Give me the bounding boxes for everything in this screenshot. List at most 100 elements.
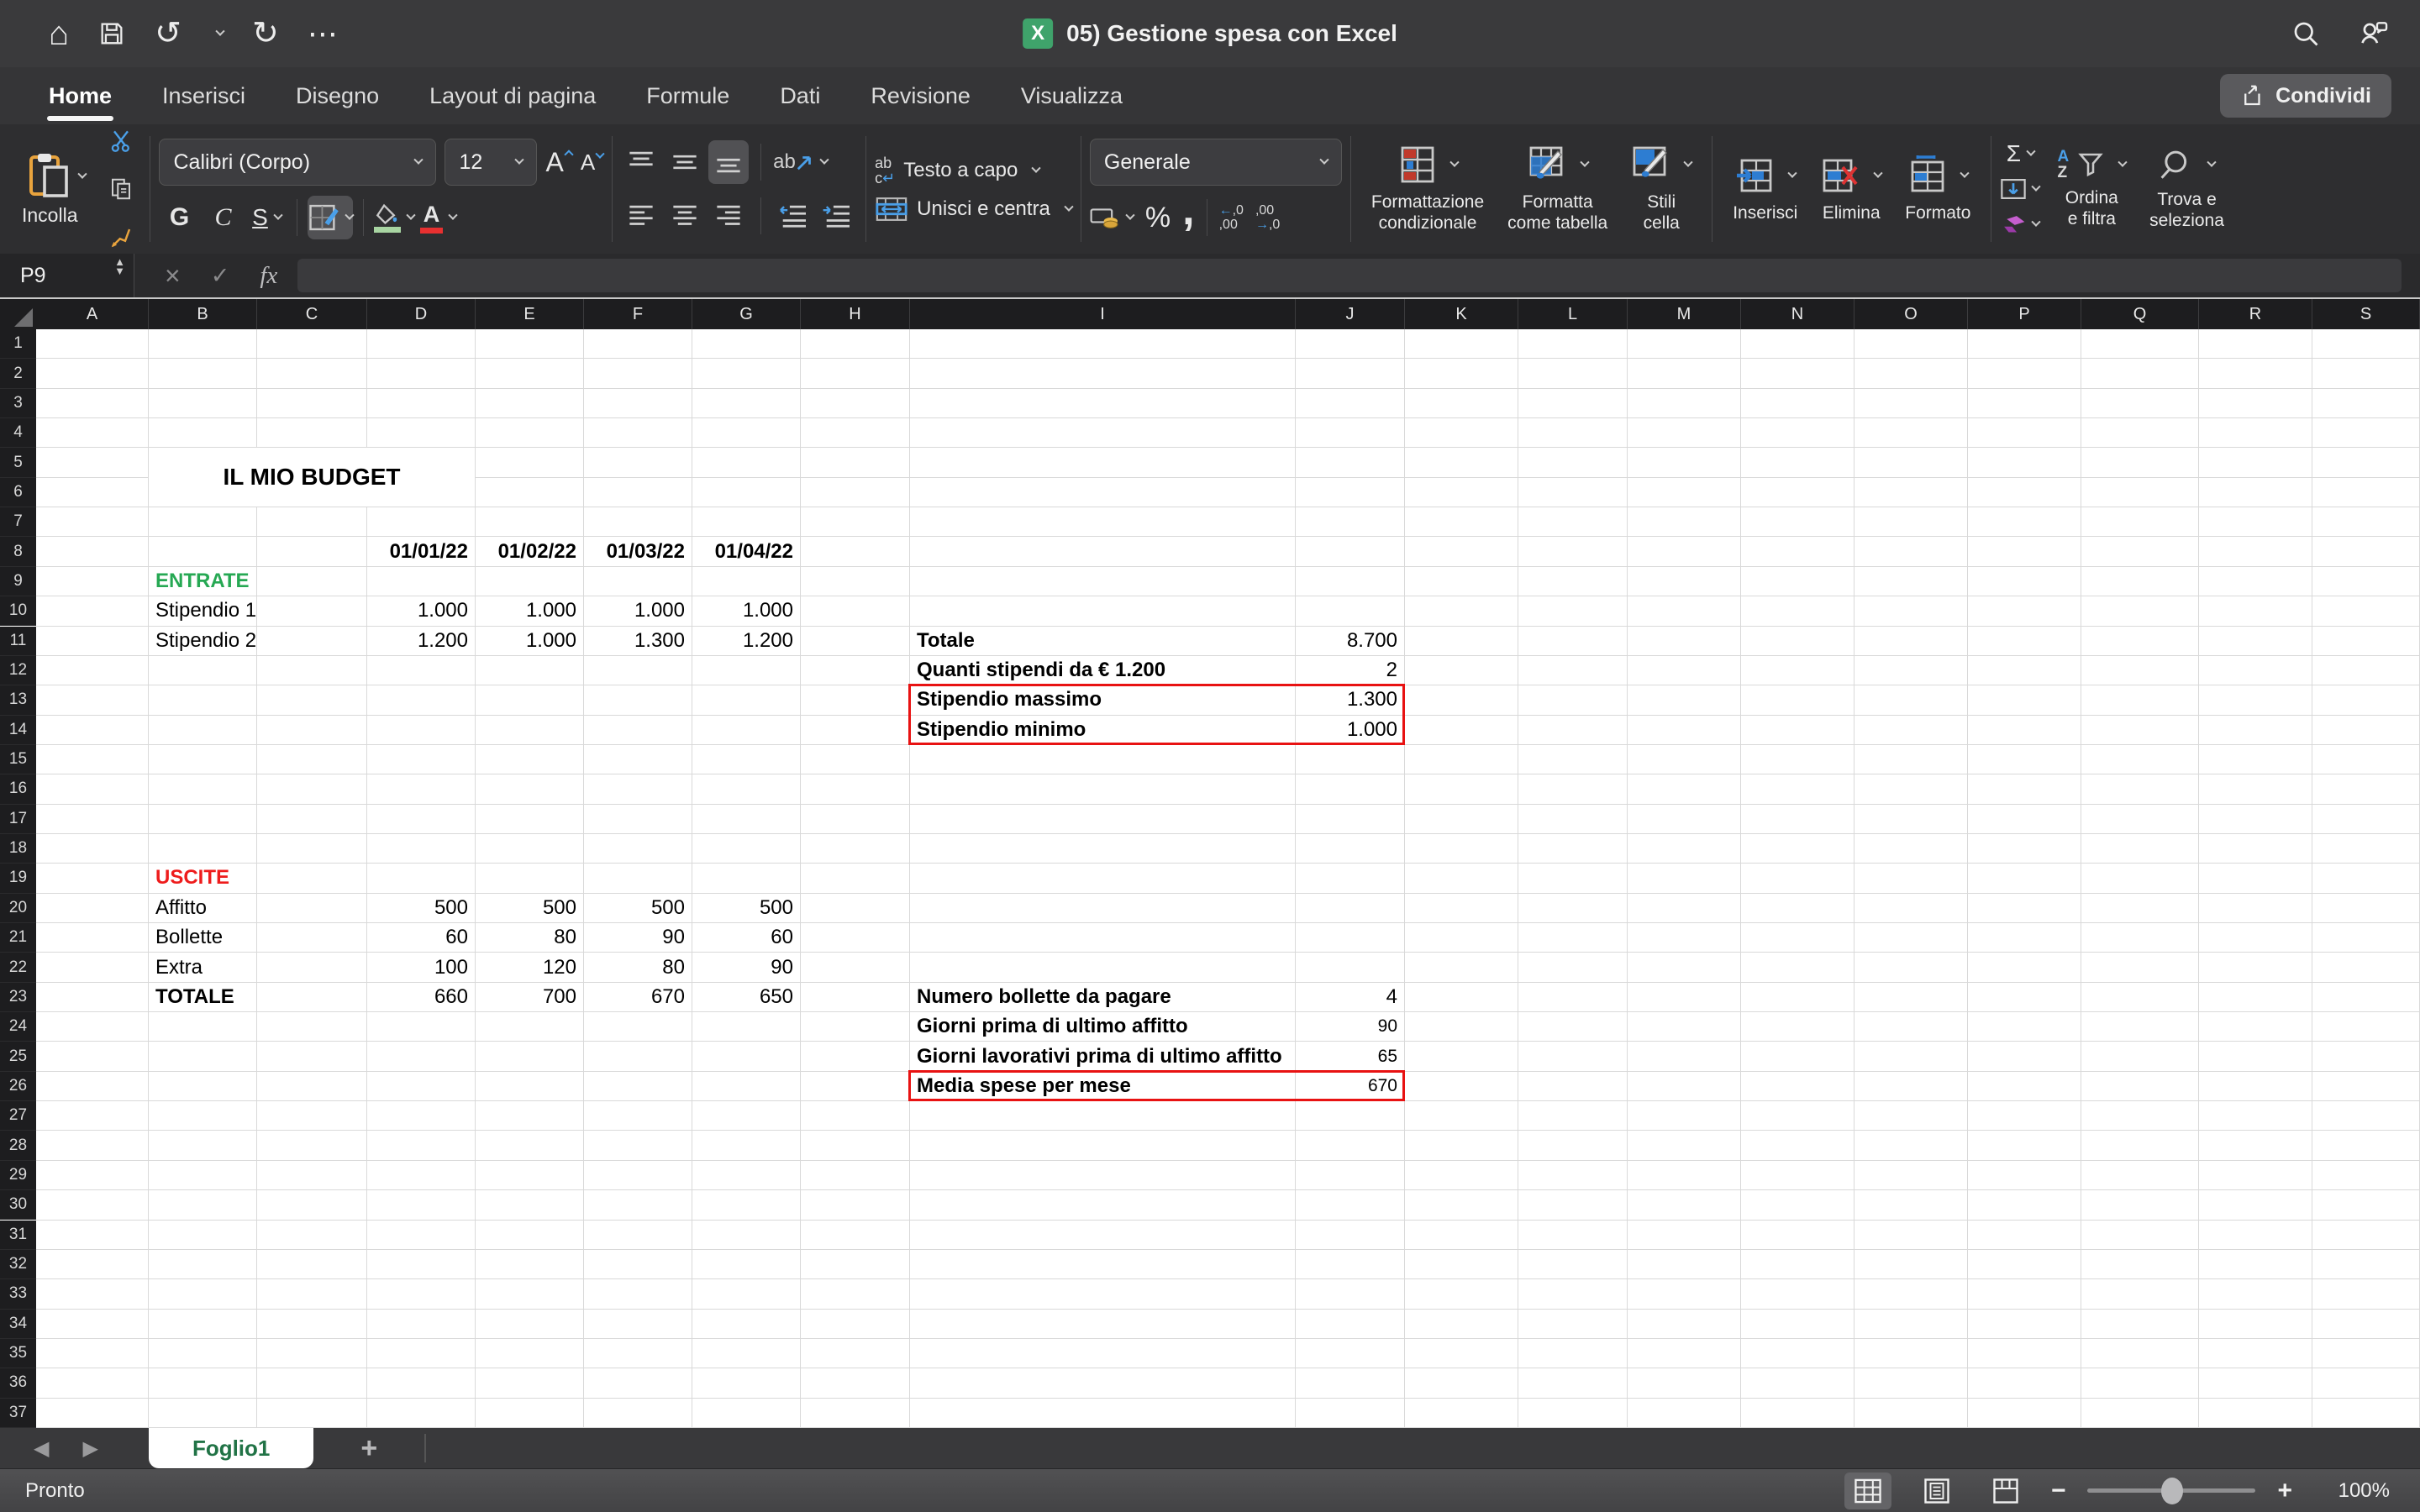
prev-sheet-icon[interactable]: ◀ (34, 1436, 49, 1461)
italic-button[interactable]: C (203, 196, 243, 239)
share-button[interactable]: Condividi (2220, 74, 2391, 118)
search-icon[interactable] (2291, 18, 2321, 49)
cell-B10[interactable]: Stipendio 1 (149, 596, 256, 625)
redo-icon[interactable]: ↻ (252, 18, 279, 50)
row-header-37[interactable]: 37 (0, 1399, 36, 1428)
conditional-formatting-button[interactable]: Formattazione condizionale (1360, 144, 1496, 234)
undo-icon[interactable]: ↺ (155, 18, 182, 50)
cell-E11[interactable]: 1.000 (476, 627, 583, 655)
insert-function-icon[interactable]: fx (260, 262, 277, 290)
cell-B19[interactable]: USCITE (149, 864, 256, 892)
add-sheet-button[interactable]: + (360, 1432, 377, 1465)
col-header-H[interactable]: H (801, 299, 910, 329)
cell-I12[interactable]: Quanti stipendi da € 1.200 (910, 656, 1295, 685)
col-header-Q[interactable]: Q (2081, 299, 2199, 329)
cell-D11[interactable]: 1.200 (367, 627, 475, 655)
row-header-33[interactable]: 33 (0, 1279, 36, 1309)
row-header-20[interactable]: 20 (0, 894, 36, 923)
formula-input[interactable] (297, 259, 2402, 292)
cancel-icon[interactable]: × (165, 260, 181, 291)
cell-G22[interactable]: 90 (692, 953, 800, 981)
name-box[interactable]: P9 ▲▼ (0, 254, 134, 297)
cell-J24[interactable]: 90 (1296, 1012, 1404, 1041)
merge-center-button[interactable]: Unisci e centra (875, 196, 1072, 223)
bold-button[interactable]: G (159, 196, 199, 239)
col-header-B[interactable]: B (149, 299, 257, 329)
cell-B5[interactable]: IL MIO BUDGET (149, 448, 475, 507)
underline-button[interactable]: S (246, 196, 287, 239)
cell-B21[interactable]: Bollette (149, 923, 256, 952)
enter-icon[interactable]: ✓ (211, 263, 230, 289)
row-header-25[interactable]: 25 (0, 1042, 36, 1071)
cell-J13[interactable]: 1.300 (1296, 685, 1404, 714)
currency-format-button[interactable] (1090, 196, 1134, 239)
cell-E21[interactable]: 80 (476, 923, 583, 952)
cell-B23[interactable]: TOTALE (149, 983, 256, 1011)
shrink-font-button[interactable]: A (581, 150, 603, 176)
page-break-view-icon[interactable] (1982, 1473, 2029, 1509)
row-header-5[interactable]: 5 (0, 448, 36, 477)
row-header-30[interactable]: 30 (0, 1190, 36, 1220)
borders-button[interactable] (308, 196, 353, 239)
font-name-select[interactable]: Calibri (Corpo) (159, 139, 436, 186)
col-header-D[interactable]: D (367, 299, 476, 329)
cell-F10[interactable]: 1.000 (584, 596, 692, 625)
cell-B9[interactable]: ENTRATE (149, 567, 256, 596)
tab-dati[interactable]: Dati (755, 67, 845, 124)
cell-E23[interactable]: 700 (476, 983, 583, 1011)
col-header-J[interactable]: J (1296, 299, 1405, 329)
row-header-24[interactable]: 24 (0, 1012, 36, 1042)
percent-format-button[interactable]: % (1145, 202, 1171, 234)
row-header-18[interactable]: 18 (0, 834, 36, 864)
row-header-8[interactable]: 8 (0, 537, 36, 566)
home-icon[interactable]: ⌂ (49, 17, 69, 50)
number-format-select[interactable]: Generale (1090, 139, 1342, 186)
paste-button[interactable]: Incolla (22, 152, 77, 227)
col-header-E[interactable]: E (476, 299, 584, 329)
align-middle-icon[interactable] (665, 140, 705, 184)
comma-format-button[interactable]: , (1182, 185, 1194, 235)
font-color-button[interactable]: A (418, 196, 458, 239)
cell-G8[interactable]: 01/04/22 (692, 537, 800, 565)
cell-G11[interactable]: 1.200 (692, 627, 800, 655)
row-header-4[interactable]: 4 (0, 418, 36, 448)
decrease-decimal-button[interactable]: ←,0 ,00 (1219, 203, 1244, 232)
page-layout-view-icon[interactable] (1913, 1473, 1960, 1509)
cell-B20[interactable]: Affitto (149, 894, 256, 922)
row-header-16[interactable]: 16 (0, 774, 36, 804)
col-header-G[interactable]: G (692, 299, 801, 329)
row-header-17[interactable]: 17 (0, 805, 36, 834)
align-bottom-icon[interactable] (708, 140, 749, 184)
zoom-slider[interactable] (2087, 1488, 2255, 1493)
sheet-tab-foglio1[interactable]: Foglio1 (149, 1428, 313, 1468)
autosum-button[interactable]: Σ (2000, 137, 2040, 171)
tab-layout-di-pagina[interactable]: Layout di pagina (404, 67, 621, 124)
align-top-icon[interactable] (621, 140, 661, 184)
tab-home[interactable]: Home (24, 67, 137, 124)
row-header-36[interactable]: 36 (0, 1368, 36, 1398)
tab-inserisci[interactable]: Inserisci (137, 67, 271, 124)
cell-G10[interactable]: 1.000 (692, 596, 800, 625)
align-center-icon[interactable] (665, 194, 705, 238)
row-header-12[interactable]: 12 (0, 656, 36, 685)
row-header-31[interactable]: 31 (0, 1221, 36, 1250)
row-header-13[interactable]: 13 (0, 685, 36, 715)
cell-E20[interactable]: 500 (476, 894, 583, 922)
cell-D23[interactable]: 660 (367, 983, 475, 1011)
col-header-I[interactable]: I (910, 299, 1296, 329)
row-header-7[interactable]: 7 (0, 507, 36, 537)
cell-G20[interactable]: 500 (692, 894, 800, 922)
copy-icon[interactable] (101, 167, 141, 211)
insert-cells-button[interactable]: Inserisci (1721, 155, 1809, 223)
undo-chevron-icon[interactable] (215, 27, 224, 36)
orientation-button[interactable]: ab (773, 140, 828, 184)
format-as-table-button[interactable]: Formatta come tabella (1496, 144, 1619, 234)
col-header-C[interactable]: C (257, 299, 367, 329)
cell-J14[interactable]: 1.000 (1296, 716, 1404, 744)
row-header-32[interactable]: 32 (0, 1250, 36, 1279)
row-header-9[interactable]: 9 (0, 567, 36, 596)
cell-I14[interactable]: Stipendio minimo (910, 716, 1295, 744)
sort-filter-button[interactable]: AZ Ordina e filtra (2045, 149, 2138, 229)
cell-B11[interactable]: Stipendio 2 (149, 627, 256, 655)
col-header-A[interactable]: A (36, 299, 149, 329)
